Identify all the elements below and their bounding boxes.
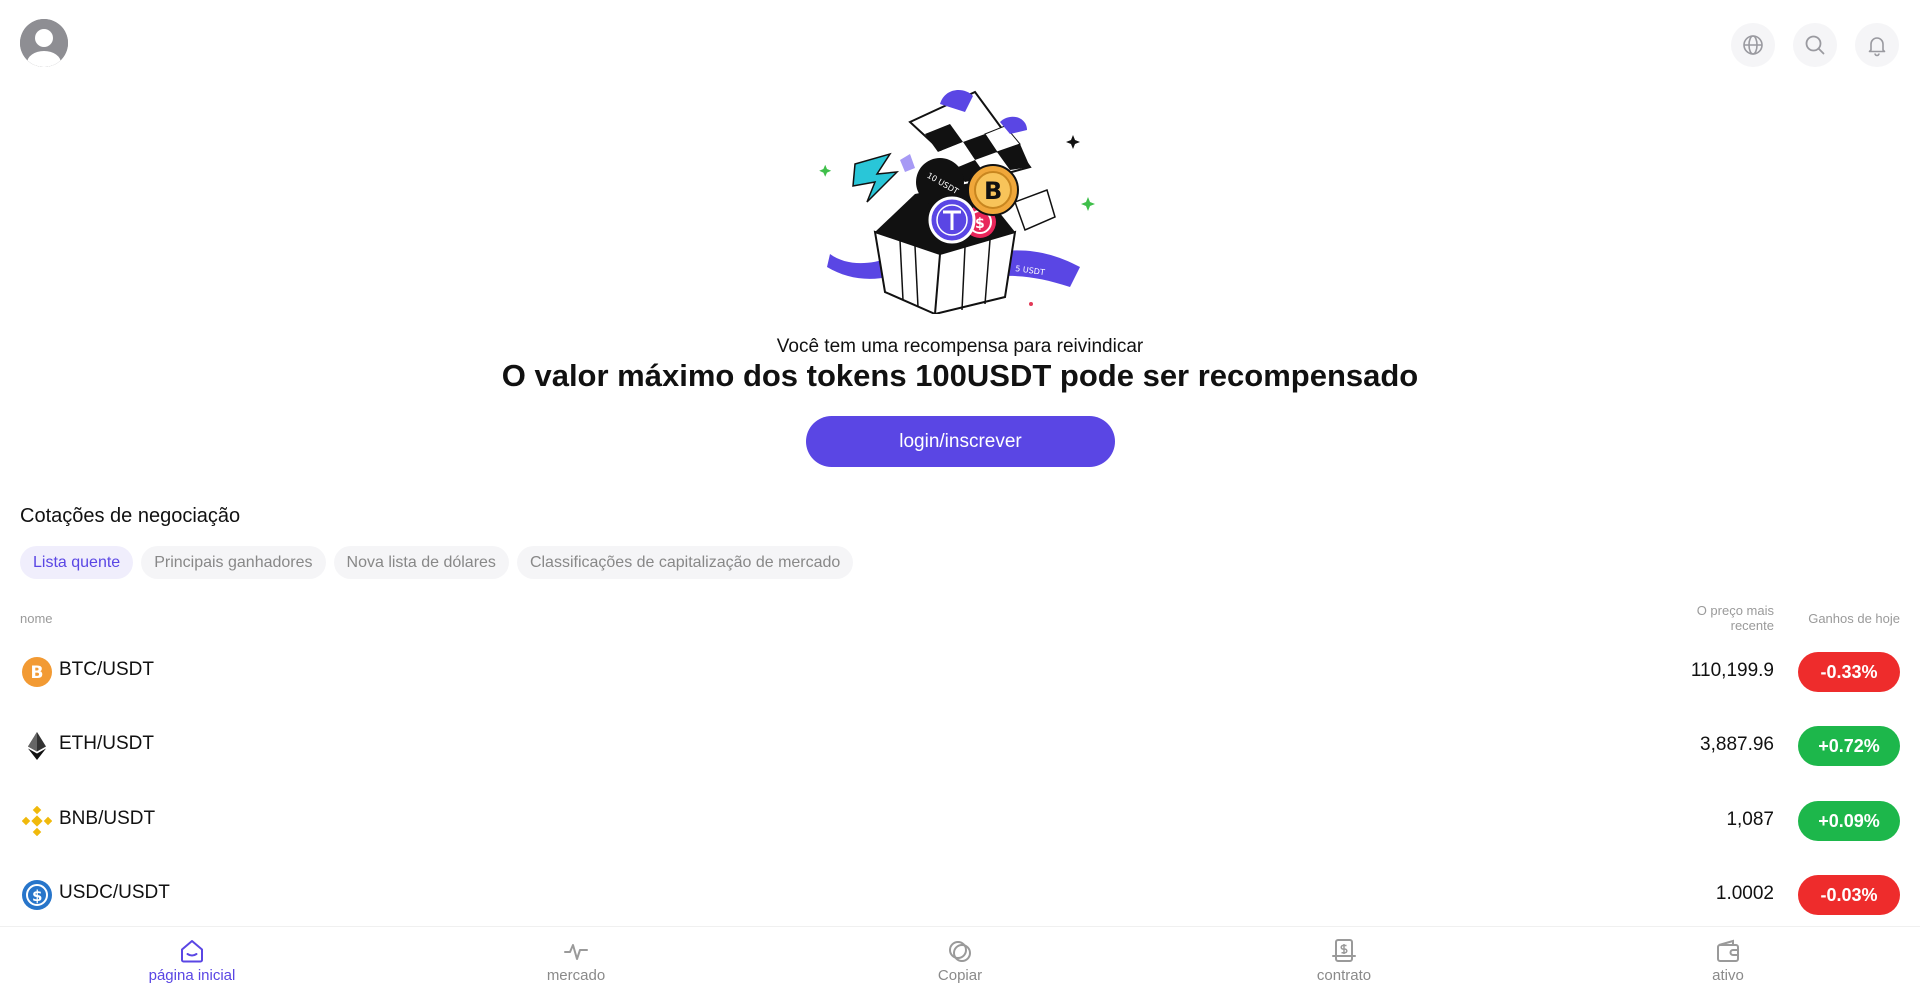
nav-copy[interactable]: Copiar [768,927,1152,993]
table-row[interactable]: ETH/USDT 3,887.96 +0.72% [0,715,1920,775]
notification-button[interactable] [1855,23,1899,67]
table-row[interactable]: $ USDC/USDT 1.0002 -0.03% [0,864,1920,924]
language-button[interactable] [1731,23,1775,67]
quotes-section-title: Cotações de negociação [20,505,241,527]
svg-text:B: B [984,177,1002,205]
search-button[interactable] [1793,23,1837,67]
nav-home[interactable]: página inicial [0,927,384,993]
bnb-icon [22,806,52,836]
copy-icon [949,941,971,962]
latest-price: 110,199.9 [1690,660,1774,681]
svg-text:B: B [31,663,44,683]
login-register-button[interactable]: login/inscrever [806,416,1115,467]
nav-label: contrato [1316,967,1372,984]
reward-gift-box-illustration: 5 USDT 10 USDT $ B [819,90,1095,314]
nav-assets[interactable]: ativo [1536,927,1920,993]
nav-contract[interactable]: contrato [1152,927,1536,993]
svg-text:$: $ [32,887,42,905]
pair-name: BNB/USDT [59,808,156,829]
nav-label: Copiar [937,967,983,984]
reward-subtitle: Você tem uma recompensa para reivindicar [776,336,1144,357]
nav-market[interactable]: mercado [384,927,768,993]
latest-price: 3,887.96 [1700,734,1774,755]
globe-icon [1743,35,1763,55]
change-badge: +0.09% [1798,801,1900,841]
reward-title: O valor máximo dos tokens 100USDT pode s… [501,358,1419,393]
change-badge: +0.72% [1798,726,1900,766]
tab-market-cap-rankings[interactable]: Classificações de capitalização de merca… [516,546,854,579]
usdc-icon: $ [22,880,52,910]
change-badge: -0.33% [1798,652,1900,692]
latest-price: 1,087 [1726,809,1774,830]
quotes-tabs: Lista quente Principais ganhadores Nova … [20,546,854,579]
btc-icon: B [22,657,52,687]
top-header [0,0,1920,86]
avatar[interactable] [20,19,68,67]
tab-hot-list[interactable]: Lista quente [20,546,134,579]
pulse-icon [564,944,588,960]
pair-name: USDC/USDT [59,882,170,903]
tab-top-gainers[interactable]: Principais ganhadores [141,546,326,579]
pair-name: ETH/USDT [59,733,154,754]
home-icon [181,940,203,963]
column-header-change: Ganhos de hoje [1808,611,1900,626]
latest-price: 1.0002 [1715,883,1774,904]
contract-icon [1332,939,1356,962]
wallet-icon [1717,939,1739,962]
column-header-price: O preço mais recente [1696,603,1774,633]
bell-icon [1868,37,1886,57]
svg-text:$: $ [975,216,985,232]
tab-new-dollar-list[interactable]: Nova lista de dólares [333,546,509,579]
bottom-navigation: página inicial mercado Copiar contrato a… [0,926,1920,993]
table-row[interactable]: BNB/USDT 1,087 +0.09% [0,790,1920,850]
nav-label: página inicial [148,967,236,984]
change-badge: -0.03% [1798,875,1900,915]
nav-label: ativo [1712,967,1744,984]
table-row[interactable]: B BTC/USDT 110,199.9 -0.33% [0,641,1920,701]
pair-name: BTC/USDT [59,659,154,680]
column-header-name: nome [20,611,53,626]
search-icon [1805,35,1825,55]
nav-label: mercado [546,967,606,984]
eth-icon [28,732,46,760]
